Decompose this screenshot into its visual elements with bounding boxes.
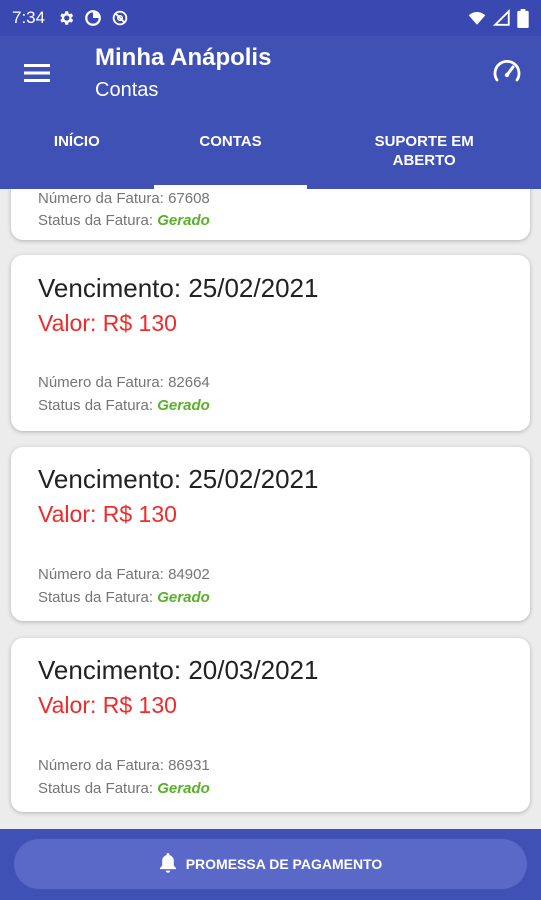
invoice-status-value: Gerado xyxy=(157,212,210,229)
bottom-bar: PROMESSA DE PAGAMENTO xyxy=(0,829,541,900)
invoice-status: Status da Fatura: Gerado xyxy=(38,212,210,229)
due-label: Vencimento: xyxy=(38,655,182,685)
app-subtitle: Contas xyxy=(95,79,159,101)
invoice-value: Valor: R$ 130 xyxy=(38,501,177,527)
invoice-due-date: Vencimento: 20/03/2021 xyxy=(38,655,318,686)
data-saver-icon xyxy=(84,9,102,27)
invoice-status-value: Gerado xyxy=(157,589,210,606)
invoice-number-label: Número da Fatura: xyxy=(38,190,164,207)
status-icons-left xyxy=(57,9,129,27)
invoice-number-value: 84902 xyxy=(168,566,210,583)
status-icons-right xyxy=(467,8,529,28)
tab-inicio[interactable]: INÍCIO xyxy=(0,116,154,189)
menu-button[interactable] xyxy=(20,58,54,92)
invoice-list[interactable]: Número da Fatura: 67608 Status da Fatura… xyxy=(0,189,541,829)
payment-promise-label: PROMESSA DE PAGAMENTO xyxy=(185,856,383,872)
invoice-card[interactable]: Número da Fatura: 67608 Status da Fatura… xyxy=(11,189,530,240)
invoice-card[interactable]: Vencimento: 20/03/2021 Valor: R$ 130 Núm… xyxy=(11,638,530,812)
invoice-number-value: 82664 xyxy=(168,374,210,391)
due-date: 20/03/2021 xyxy=(188,655,319,685)
payment-promise-button[interactable]: PROMESSA DE PAGAMENTO xyxy=(14,839,527,889)
no-disturb-icon xyxy=(111,9,129,27)
invoice-status-value: Gerado xyxy=(157,780,210,797)
invoice-value: Valor: R$ 130 xyxy=(38,310,177,336)
invoice-number: Número da Fatura: 67608 xyxy=(38,190,210,207)
invoice-status-value: Gerado xyxy=(157,397,210,414)
invoice-number-value: 86931 xyxy=(168,757,210,774)
speedometer-icon xyxy=(493,59,521,90)
invoice-number-value: 67608 xyxy=(168,190,210,207)
invoice-status-label: Status da Fatura: xyxy=(38,780,154,797)
invoice-number: Número da Fatura: 86931 xyxy=(38,757,210,774)
signal-icon xyxy=(493,9,511,27)
invoice-status-label: Status da Fatura: xyxy=(38,589,154,606)
invoice-number-label: Número da Fatura: xyxy=(38,374,164,391)
app-title: Minha Anápolis xyxy=(95,44,272,71)
due-date: 25/02/2021 xyxy=(188,273,319,303)
invoice-number: Número da Fatura: 82664 xyxy=(38,374,210,391)
invoice-status: Status da Fatura: Gerado xyxy=(38,589,210,606)
speedometer-button[interactable] xyxy=(489,56,525,92)
app-bar: Minha Anápolis Contas xyxy=(0,36,541,116)
due-date: 25/02/2021 xyxy=(188,464,319,494)
invoice-due-date: Vencimento: 25/02/2021 xyxy=(38,273,318,304)
status-time: 7:34 xyxy=(12,8,46,27)
status-bar: 7:34 xyxy=(0,0,541,36)
invoice-status: Status da Fatura: Gerado xyxy=(38,397,210,414)
invoice-status: Status da Fatura: Gerado xyxy=(38,780,210,797)
invoice-number-label: Número da Fatura: xyxy=(38,757,164,774)
tab-suporte-em-aberto[interactable]: SUPORTE EM ABERTO xyxy=(307,116,541,189)
invoice-status-label: Status da Fatura: xyxy=(38,397,154,414)
invoice-card[interactable]: Vencimento: 25/02/2021 Valor: R$ 130 Núm… xyxy=(11,447,530,621)
due-label: Vencimento: xyxy=(38,464,182,494)
invoice-value: Valor: R$ 130 xyxy=(38,692,177,718)
menu-icon xyxy=(24,63,50,88)
invoice-status-label: Status da Fatura: xyxy=(38,212,154,229)
invoice-due-date: Vencimento: 25/02/2021 xyxy=(38,464,318,495)
invoice-number: Número da Fatura: 84902 xyxy=(38,566,210,583)
invoice-card[interactable]: Vencimento: 25/02/2021 Valor: R$ 130 Núm… xyxy=(11,255,530,431)
settings-icon xyxy=(57,9,75,27)
tab-contas[interactable]: CONTAS xyxy=(153,116,308,189)
tab-bar: INÍCIO CONTAS SUPORTE EM ABERTO xyxy=(0,116,541,189)
wifi-icon xyxy=(467,9,487,27)
bell-icon xyxy=(159,852,177,876)
tab-suporte-label: SUPORTE EM ABERTO xyxy=(374,133,474,169)
due-label: Vencimento: xyxy=(38,273,182,303)
battery-icon xyxy=(517,8,529,28)
invoice-number-label: Número da Fatura: xyxy=(38,566,164,583)
